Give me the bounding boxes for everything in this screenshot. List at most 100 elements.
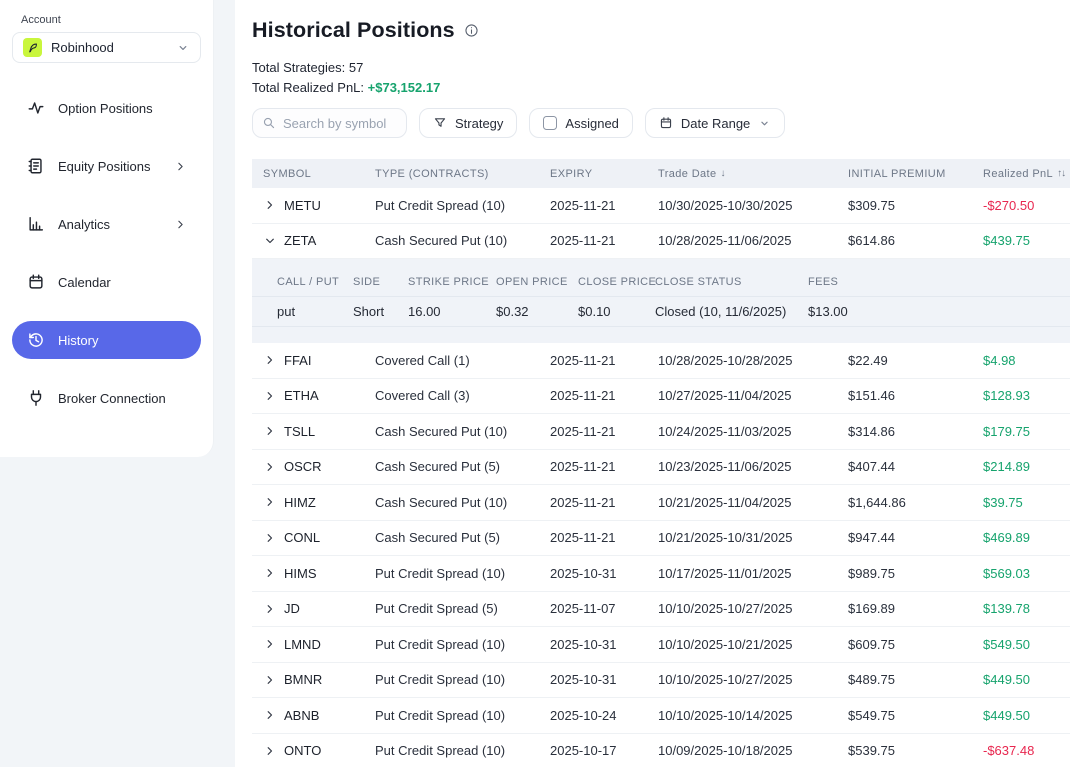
realized-pnl-cell: $569.03: [972, 566, 1070, 581]
total-strategies-label: Total Strategies:: [252, 60, 345, 75]
table-row[interactable]: CONL Cash Secured Put (5) 2025-11-21 10/…: [252, 521, 1070, 557]
sidebar-nav: Option Positions Equity Positions Analyt…: [0, 89, 213, 417]
type-cell: Cash Secured Put (5): [364, 530, 539, 545]
sidebar: Account Robinhood Option Positions Equit…: [0, 0, 214, 457]
expand-chevron-icon[interactable]: [264, 390, 276, 402]
trade-date-cell: 10/24/2025-11/03/2025: [647, 424, 837, 439]
expand-chevron-icon[interactable]: [264, 199, 276, 211]
expand-chevron-icon[interactable]: [264, 603, 276, 615]
leg-column-header: FEES: [808, 276, 1070, 288]
column-header-type-contracts: TYPE (CONTRACTS): [364, 168, 539, 180]
trade-date-cell: 10/10/2025-10/27/2025: [647, 601, 837, 616]
expiry-cell: 2025-11-07: [539, 601, 647, 616]
sidebar-item-label: Option Positions: [58, 101, 187, 116]
robinhood-feather-icon: [23, 38, 42, 57]
expand-chevron-icon[interactable]: [264, 709, 276, 721]
positions-table: SYMBOLTYPE (CONTRACTS)EXPIRYTrade Date↓I…: [252, 159, 1070, 767]
sidebar-item-option-positions[interactable]: Option Positions: [12, 89, 201, 127]
expand-chevron-icon[interactable]: [264, 235, 276, 247]
symbol-cell: ABNB: [284, 708, 319, 723]
strategy-filter-button[interactable]: Strategy: [419, 108, 517, 138]
table-row[interactable]: FFAI Covered Call (1) 2025-11-21 10/28/2…: [252, 343, 1070, 379]
table-row[interactable]: OSCR Cash Secured Put (5) 2025-11-21 10/…: [252, 450, 1070, 486]
expiry-cell: 2025-11-21: [539, 198, 647, 213]
type-cell: Put Credit Spread (10): [364, 708, 539, 723]
strategy-filter-label: Strategy: [455, 116, 503, 131]
leg-cell: put: [277, 304, 353, 319]
table-row[interactable]: HIMZ Cash Secured Put (10) 2025-11-21 10…: [252, 485, 1070, 521]
expand-chevron-icon[interactable]: [264, 354, 276, 366]
symbol-cell: TSLL: [284, 424, 315, 439]
total-realized-pnl: Total Realized PnL: +$73,152.17: [252, 78, 1070, 98]
table-row[interactable]: ETHA Covered Call (3) 2025-11-21 10/27/2…: [252, 379, 1070, 415]
date-range-filter-label: Date Range: [681, 116, 750, 131]
table-row[interactable]: HIMS Put Credit Spread (10) 2025-10-31 1…: [252, 556, 1070, 592]
initial-premium-cell: $989.75: [837, 566, 972, 581]
table-row[interactable]: JD Put Credit Spread (5) 2025-11-07 10/1…: [252, 592, 1070, 628]
column-header-realized-pnl[interactable]: Realized PnL↑↓: [972, 168, 1070, 180]
sidebar-item-calendar[interactable]: Calendar: [12, 263, 201, 301]
symbol-cell: OSCR: [284, 459, 322, 474]
column-header-trade-date[interactable]: Trade Date↓: [647, 168, 837, 180]
expand-chevron-icon[interactable]: [264, 745, 276, 757]
table-row[interactable]: BMNR Put Credit Spread (10) 2025-10-31 1…: [252, 663, 1070, 699]
sidebar-item-analytics[interactable]: Analytics: [12, 205, 201, 243]
realized-pnl-cell: $4.98: [972, 353, 1070, 368]
realized-pnl-cell: $139.78: [972, 601, 1070, 616]
expand-chevron-icon[interactable]: [264, 638, 276, 650]
symbol-cell: METU: [284, 198, 321, 213]
symbol-cell: HIMS: [284, 566, 317, 581]
column-header-initial-premium: INITIAL PREMIUM: [837, 168, 972, 180]
table-row[interactable]: ABNB Put Credit Spread (10) 2025-10-24 1…: [252, 698, 1070, 734]
symbol-cell: JD: [284, 601, 300, 616]
type-cell: Put Credit Spread (10): [364, 637, 539, 652]
sidebar-item-history[interactable]: History: [12, 321, 201, 359]
date-range-filter-button[interactable]: Date Range: [645, 108, 785, 138]
trade-date-cell: 10/28/2025-11/06/2025: [647, 233, 837, 248]
leg-column-header: OPEN PRICE: [496, 276, 578, 288]
leg-table-header: CALL / PUTSIDESTRIKE PRICEOPEN PRICECLOS…: [252, 267, 1070, 297]
initial-premium-cell: $169.89: [837, 601, 972, 616]
expand-chevron-icon[interactable]: [264, 496, 276, 508]
ledger-icon: [27, 157, 45, 175]
assigned-filter-button[interactable]: Assigned: [529, 108, 632, 138]
type-cell: Covered Call (1): [364, 353, 539, 368]
total-pnl-value: +$73,152.17: [368, 80, 441, 95]
sidebar-item-label: Analytics: [58, 217, 174, 232]
expand-chevron-icon[interactable]: [264, 425, 276, 437]
table-row[interactable]: ONTO Put Credit Spread (10) 2025-10-17 1…: [252, 734, 1070, 767]
type-cell: Cash Secured Put (5): [364, 459, 539, 474]
table-row[interactable]: ZETA Cash Secured Put (10) 2025-11-21 10…: [252, 224, 1070, 260]
expand-chevron-icon[interactable]: [264, 532, 276, 544]
sidebar-item-equity-positions[interactable]: Equity Positions: [12, 147, 201, 185]
trade-date-cell: 10/17/2025-11/01/2025: [647, 566, 837, 581]
expand-chevron-icon[interactable]: [264, 567, 276, 579]
table-row[interactable]: METU Put Credit Spread (10) 2025-11-21 1…: [252, 188, 1070, 224]
leg-cell: 16.00: [408, 304, 496, 319]
search-input-wrap[interactable]: [252, 108, 407, 138]
activity-icon: [27, 99, 45, 117]
search-input[interactable]: [283, 116, 401, 131]
type-cell: Put Credit Spread (10): [364, 566, 539, 581]
expiry-cell: 2025-11-21: [539, 353, 647, 368]
expand-chevron-icon[interactable]: [264, 461, 276, 473]
table-row[interactable]: LMND Put Credit Spread (10) 2025-10-31 1…: [252, 627, 1070, 663]
table-row[interactable]: TSLL Cash Secured Put (10) 2025-11-21 10…: [252, 414, 1070, 450]
trade-date-cell: 10/10/2025-10/21/2025: [647, 637, 837, 652]
info-icon[interactable]: [464, 23, 479, 38]
expand-chevron-icon[interactable]: [264, 674, 276, 686]
chevron-right-icon: [174, 218, 187, 231]
assigned-checkbox[interactable]: [543, 116, 557, 130]
account-selector[interactable]: Robinhood: [12, 32, 201, 63]
page-title: Historical Positions: [252, 17, 455, 43]
sidebar-item-broker-connection[interactable]: Broker Connection: [12, 379, 201, 417]
bar-chart-icon: [27, 215, 45, 233]
type-cell: Put Credit Spread (10): [364, 743, 539, 758]
realized-pnl-cell: -$637.48: [972, 743, 1070, 758]
realized-pnl-cell: $549.50: [972, 637, 1070, 652]
initial-premium-cell: $609.75: [837, 637, 972, 652]
expiry-cell: 2025-10-31: [539, 637, 647, 652]
expiry-cell: 2025-10-31: [539, 672, 647, 687]
realized-pnl-cell: $449.50: [972, 672, 1070, 687]
realized-pnl-cell: $179.75: [972, 424, 1070, 439]
